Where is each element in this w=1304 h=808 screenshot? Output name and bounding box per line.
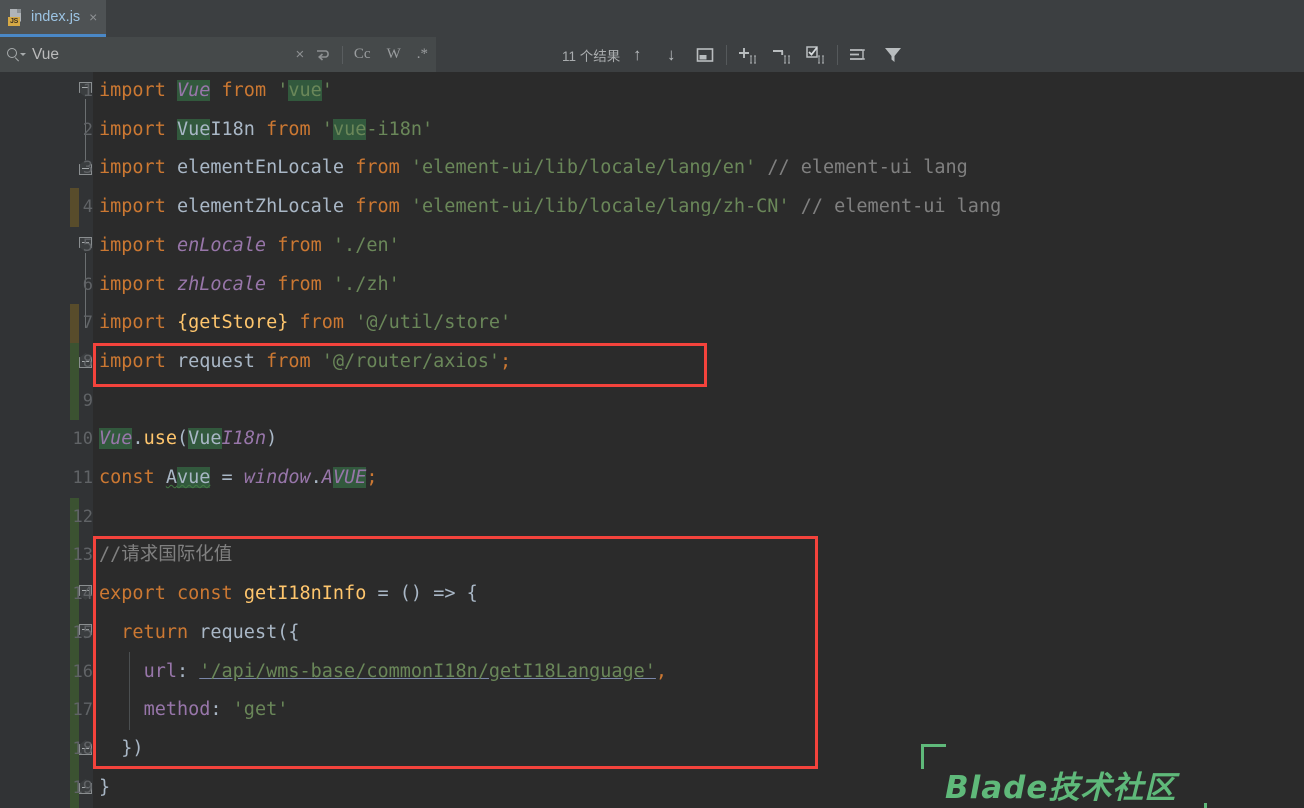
wrap-around-icon[interactable] bbox=[313, 46, 339, 64]
code-editor[interactable]: 1 2 3 4 5 6 7 8 9 10 11 12 13 14 15 16 1… bbox=[0, 72, 1304, 808]
find-toolbar: Vue × Cc W .* 11 个结果 ↑ ↓ bbox=[0, 37, 1304, 72]
add-occurrence-icon[interactable] bbox=[731, 43, 765, 67]
match-case-toggle[interactable]: Cc bbox=[346, 46, 379, 63]
line-number: 5 bbox=[82, 235, 93, 256]
line-number: 9 bbox=[82, 390, 93, 411]
code-line: method: 'get' bbox=[143, 699, 289, 721]
line-number: 13 bbox=[72, 545, 93, 566]
tab-label: index.js bbox=[31, 9, 81, 25]
line-number: 3 bbox=[82, 158, 93, 179]
search-input[interactable]: Vue bbox=[32, 46, 287, 64]
code-line: }) bbox=[121, 737, 144, 759]
code-line: import VueI18n from 'vue-i18n' bbox=[99, 118, 434, 140]
remove-occurrence-icon[interactable] bbox=[765, 43, 799, 67]
search-icon[interactable] bbox=[7, 47, 27, 63]
code-line: import elementZhLocale from 'element-ui/… bbox=[99, 196, 1002, 218]
line-number: 16 bbox=[72, 661, 93, 682]
code-line: url: '/api/wms-base/commonI18n/getI18Lan… bbox=[143, 660, 668, 682]
close-icon[interactable]: × bbox=[87, 10, 97, 24]
line-number: 7 bbox=[82, 313, 93, 334]
line-number: 4 bbox=[82, 197, 93, 218]
js-badge-label: JS bbox=[8, 16, 20, 26]
line-number: 19 bbox=[72, 777, 93, 798]
divider bbox=[837, 44, 839, 65]
find-previous-button[interactable]: ↑ bbox=[620, 43, 654, 67]
code-content[interactable]: import Vue from 'vue' import VueI18n fro… bbox=[93, 72, 1304, 808]
code-line: import request from '@/router/axios'; bbox=[99, 350, 512, 372]
code-line: export const getI18nInfo = () => { bbox=[99, 583, 478, 605]
line-number: 12 bbox=[72, 506, 93, 527]
line-number: 14 bbox=[72, 584, 93, 605]
line-number: 10 bbox=[72, 429, 93, 450]
results-count-label: 11 个结果 bbox=[562, 48, 621, 64]
regex-toggle[interactable]: .* bbox=[409, 46, 436, 63]
find-next-button[interactable]: ↓ bbox=[654, 43, 688, 67]
code-line: import Vue from 'vue' bbox=[99, 80, 333, 101]
open-in-find-window-icon[interactable] bbox=[688, 43, 722, 67]
code-line: import enLocale from './en' bbox=[99, 234, 400, 256]
javascript-file-icon: JS bbox=[8, 8, 24, 26]
whole-words-toggle[interactable]: W bbox=[379, 46, 409, 63]
ide-window: JS index.js × Vue × Cc W .* 11 个结果 ↑ ↓ 1… bbox=[0, 0, 1304, 808]
code-line: const Avue = window.AVUE; bbox=[99, 467, 378, 488]
code-line: Vue.use(VueI18n) bbox=[99, 428, 278, 450]
line-number: 6 bbox=[82, 274, 93, 295]
line-number: 15 bbox=[72, 622, 93, 643]
find-in-selection-icon[interactable] bbox=[842, 43, 876, 67]
search-field-container[interactable]: Vue × Cc W .* bbox=[0, 37, 436, 72]
editor-gutter[interactable]: 1 2 3 4 5 6 7 8 9 10 11 12 13 14 15 16 1… bbox=[0, 72, 93, 808]
clear-search-icon[interactable]: × bbox=[287, 46, 313, 63]
code-line: return request({ bbox=[121, 621, 300, 643]
divider bbox=[341, 45, 343, 64]
select-all-occurrences-icon[interactable] bbox=[799, 43, 833, 67]
code-line: import zhLocale from './zh' bbox=[99, 273, 400, 295]
tab-index-js[interactable]: JS index.js × bbox=[0, 0, 107, 37]
line-number: 17 bbox=[72, 700, 93, 721]
divider bbox=[726, 44, 728, 65]
line-number: 1 bbox=[82, 81, 93, 101]
line-number: 18 bbox=[72, 738, 93, 759]
editor-tab-bar: JS index.js × bbox=[0, 0, 1304, 37]
code-line: //请求国际化值 bbox=[99, 544, 233, 566]
line-number: 8 bbox=[82, 351, 93, 372]
code-line: } bbox=[99, 776, 111, 798]
code-line: import {getStore} from '@/util/store' bbox=[99, 312, 512, 334]
line-number: 2 bbox=[82, 119, 93, 140]
code-line: import elementEnLocale from 'element-ui/… bbox=[99, 157, 968, 179]
line-number: 11 bbox=[72, 468, 93, 488]
filter-icon[interactable] bbox=[876, 43, 910, 67]
